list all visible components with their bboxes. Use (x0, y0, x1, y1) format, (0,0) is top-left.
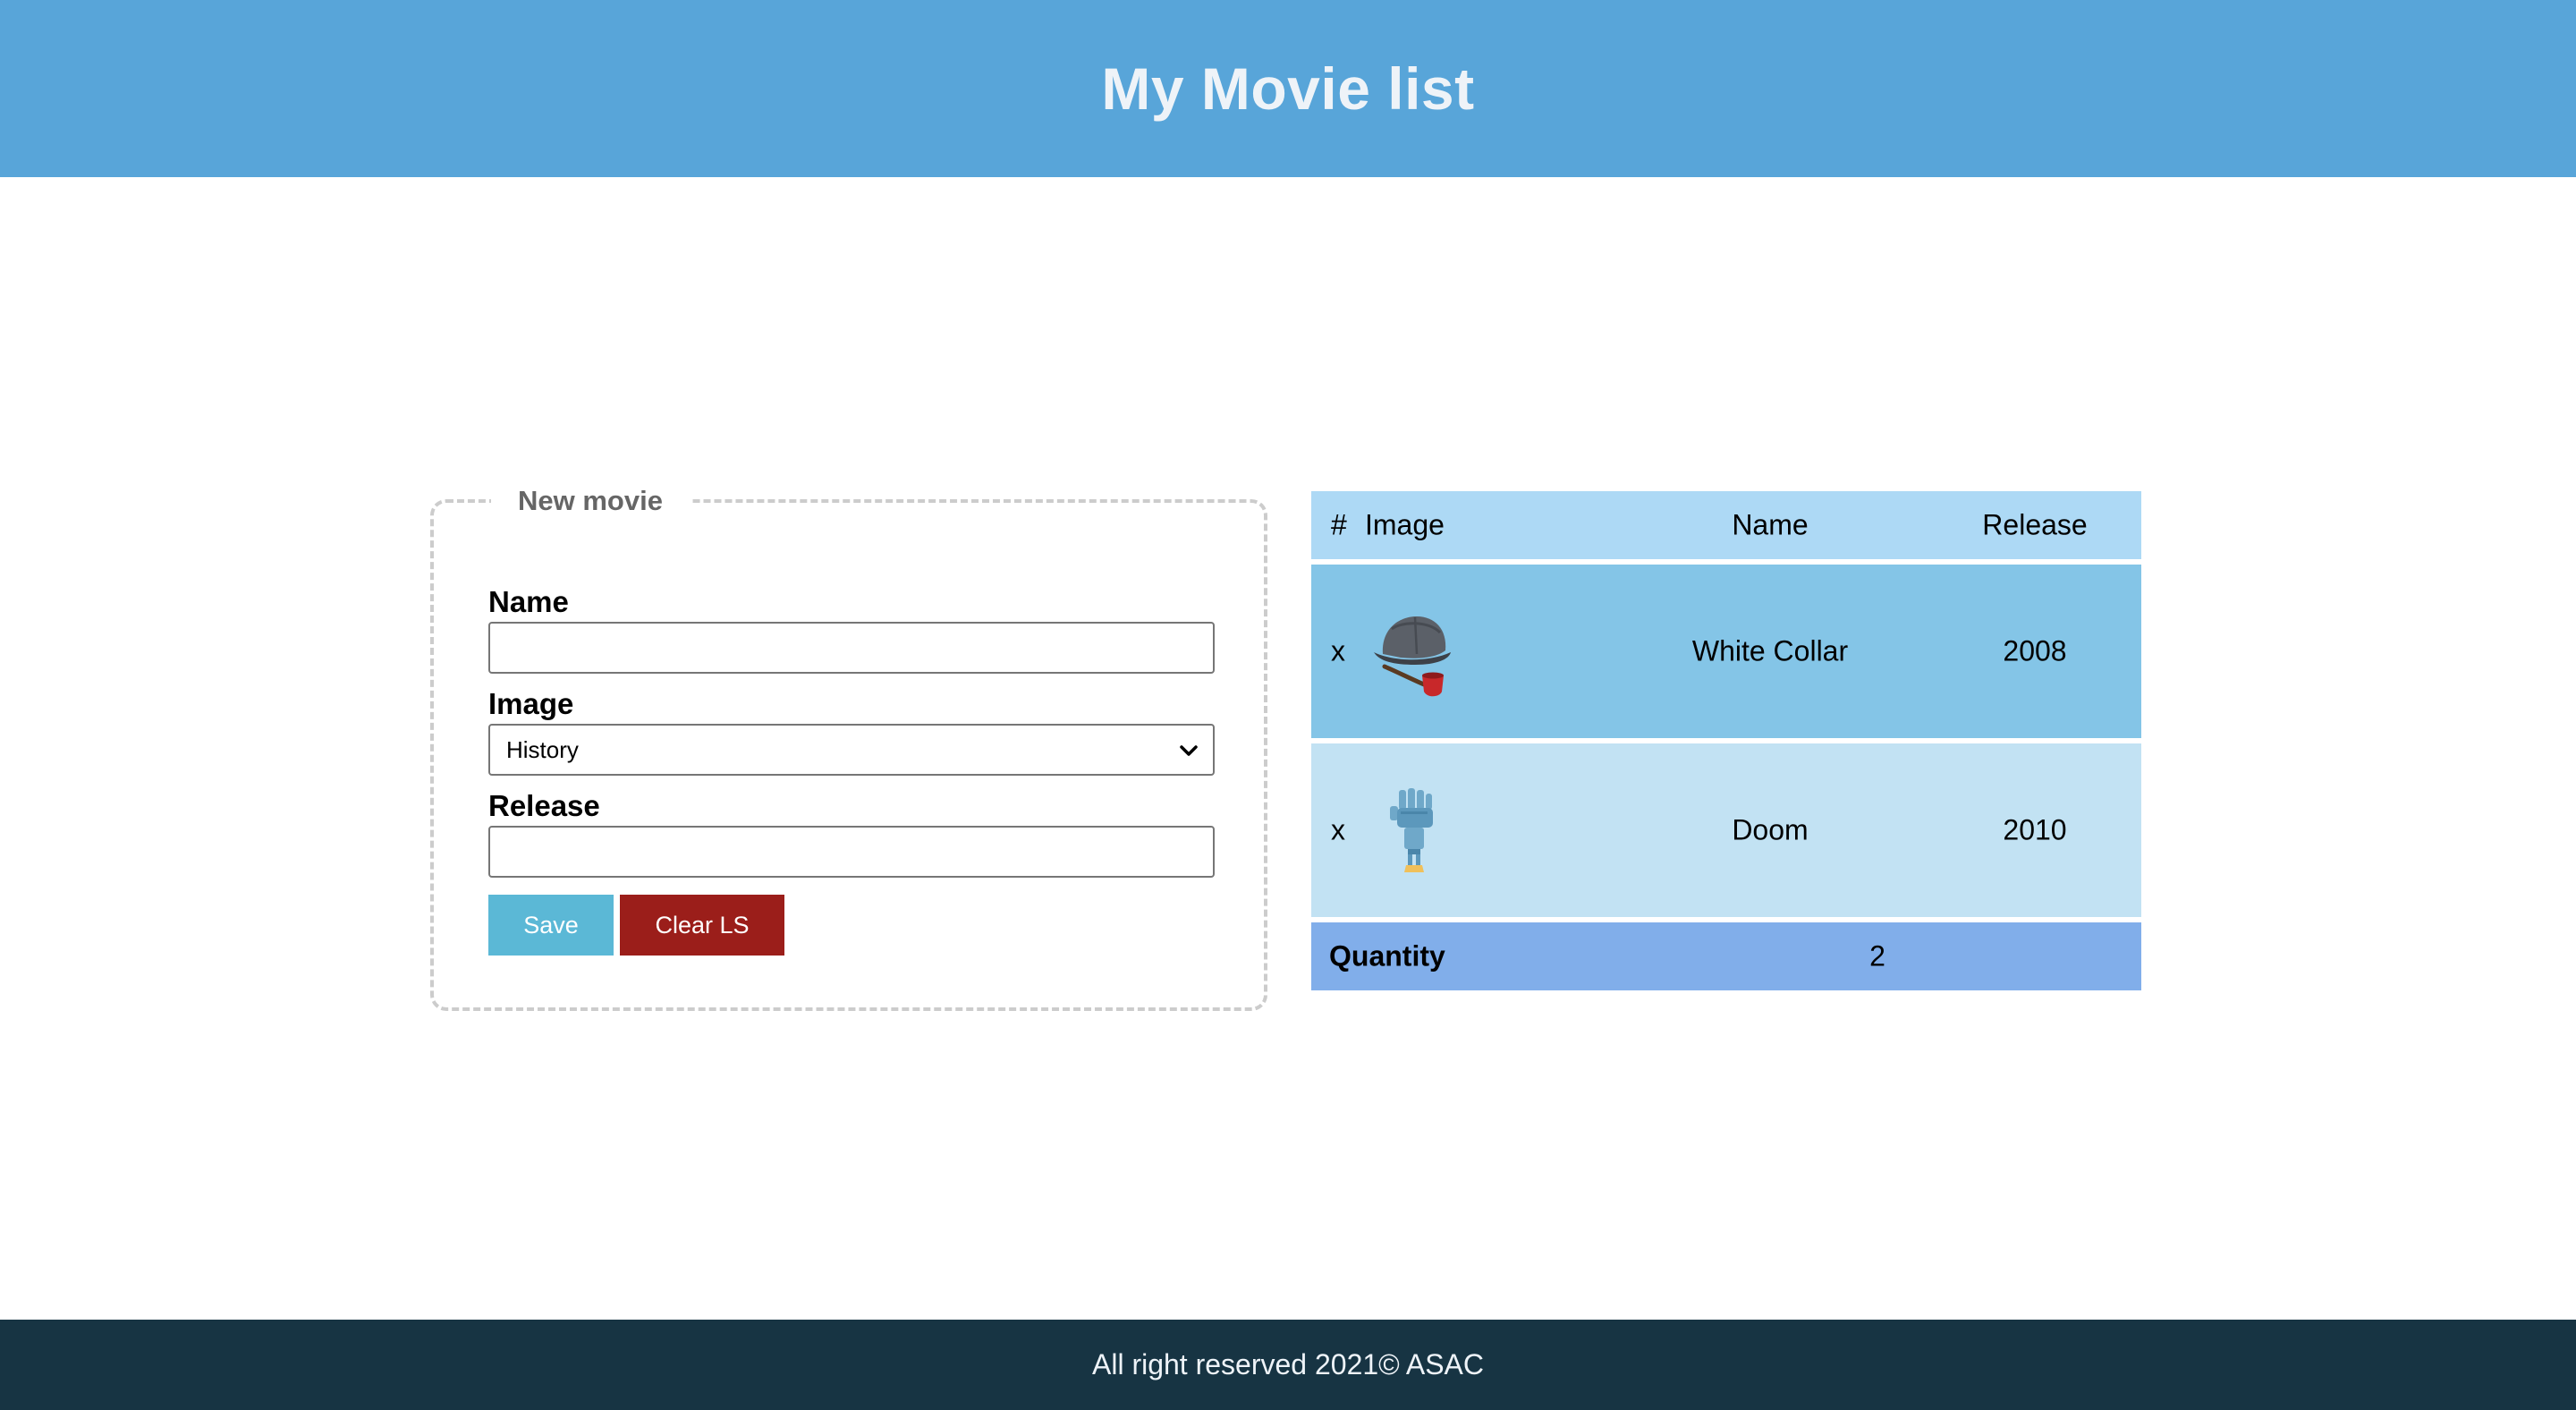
image-select-value: History (506, 735, 579, 763)
copyright-text: All right reserved 2021© ASAC (1091, 1348, 1484, 1380)
image-select[interactable]: History (488, 724, 1215, 776)
quantity-label: Quantity (1329, 939, 1445, 973)
movie-release: 2010 (2003, 813, 2067, 846)
quantity-value: 2 (1869, 939, 1885, 973)
robot-hand-icon (1390, 788, 1433, 872)
clear-ls-button[interactable]: Clear LS (620, 895, 784, 956)
table-footer-row: Quantity 2 (1311, 922, 2141, 990)
site-footer: All right reserved 2021© ASAC (0, 1320, 2576, 1410)
name-input[interactable] (488, 622, 1215, 674)
new-movie-form: New movie Name Image History Release Sav… (430, 483, 1267, 1011)
detective-hat-pipe-icon (1374, 616, 1451, 697)
movie-table: # Image Name Release x White Collar 2008… (1311, 491, 2141, 990)
name-label: Name (488, 585, 569, 618)
header-index: # (1331, 508, 1347, 541)
movie-name: White Collar (1691, 634, 1849, 667)
table-row: x Doom 2010 (1311, 743, 2141, 917)
release-input[interactable] (488, 826, 1215, 878)
header-image: Image (1365, 508, 1445, 541)
header-name: Name (1732, 508, 1809, 541)
page-title: My Movie list (1101, 55, 1475, 122)
save-button[interactable]: Save (488, 895, 614, 956)
delete-row-button[interactable]: x (1331, 635, 1345, 668)
delete-row-button[interactable]: x (1331, 814, 1345, 847)
image-label: Image (488, 687, 574, 720)
table-header-row: # Image Name Release (1311, 491, 2141, 559)
chevron-down-icon (1180, 745, 1198, 756)
movie-name: Doom (1732, 813, 1809, 846)
movie-release: 2008 (2003, 634, 2067, 667)
table-row: x White Collar 2008 (1311, 565, 2141, 738)
release-label: Release (488, 789, 600, 822)
site-header: My Movie list (0, 0, 2576, 177)
header-release: Release (1982, 508, 2088, 541)
form-legend: New movie (491, 483, 690, 519)
